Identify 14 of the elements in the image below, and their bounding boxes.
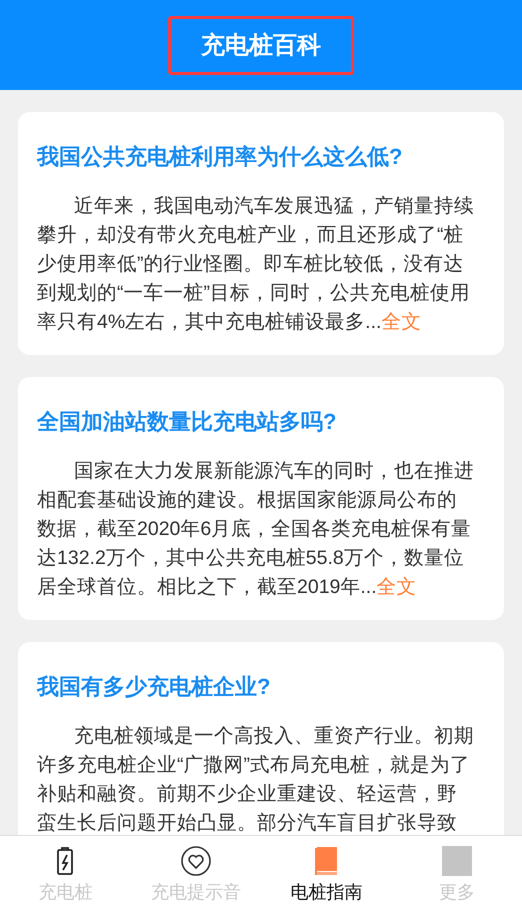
page-title: 充电桩百科	[168, 16, 354, 74]
article-card[interactable]: 我国有多少充电桩企业? 充电桩领域是一个高投入、重资产行业。初期许多充电桩企业“广撒网”式布局充电桩，就是为了补贴和融资。前期不少企业重建设、轻运营，野蛮生长后问题开始凸显。部分汽车盲目扩张导致	[18, 642, 504, 835]
read-more-link[interactable]: 全文	[381, 311, 422, 333]
article-title[interactable]: 全国加油站数量比充电站多吗?	[37, 409, 494, 435]
read-more-link[interactable]: 全文	[376, 576, 417, 598]
article-card[interactable]: 全国加油站数量比充电站多吗? 国家在大力发展新能源汽车的同时，也在推进相配套基础设施的建设。根据国家能源局公布的数据，截至2020年6月底，全国各类充电桩保有量达132.2万个，其中公共充电桩55.8万个，数量位居全球首位。相比之下，截至2019年...全文	[18, 377, 504, 620]
article-summary: 充电桩领域是一个高投入、重资产行业。初期许多充电桩企业“广撒网”式布局充电桩，就是为了补贴和融资。前期不少企业重建设、轻运营，野蛮生长后问题开始凸显。部分汽车盲目扩张导致	[37, 724, 476, 835]
tab[interactable]: 电桩指南	[261, 836, 392, 904]
article-summary: 近年来，我国电动汽车发展迅猛，产销量持续攀升，却没有带火充电桩产业，而且还形成了“桩少使用率低”的行业怪圈。即车桩比较低，没有达到规划的“一车一桩”目标，同时，公共充电桩使用率只有4%左右，其中充电桩铺设最多...全文	[37, 194, 476, 335]
article-title[interactable]: 我国有多少充电桩企业?	[37, 674, 494, 700]
article-card[interactable]: 我国公共充电桩利用率为什么这么低? 近年来，我国电动汽车发展迅猛，产销量持续攀升，却没有带火充电桩产业，而且还形成了“桩少使用率低”的行业怪圈。即车桩比较低，没有达到规划的“一车一桩”目标，同时，公共充电桩使用率只有4%左右，其中充电桩铺设最多...全文	[18, 112, 504, 355]
article-summary: 国家在大力发展新能源汽车的同时，也在推进相配套基础设施的建设。根据国家能源局公布的数据，截至2020年6月底，全国各类充电桩保有量达132.2万个，其中公共充电桩55.8万个，数量位居全球首位。相比之下，截至2019年...全文	[37, 459, 476, 600]
image-placeholder-icon	[440, 846, 473, 876]
article-title[interactable]: 我国公共充电桩利用率为什么这么低?	[37, 144, 494, 170]
